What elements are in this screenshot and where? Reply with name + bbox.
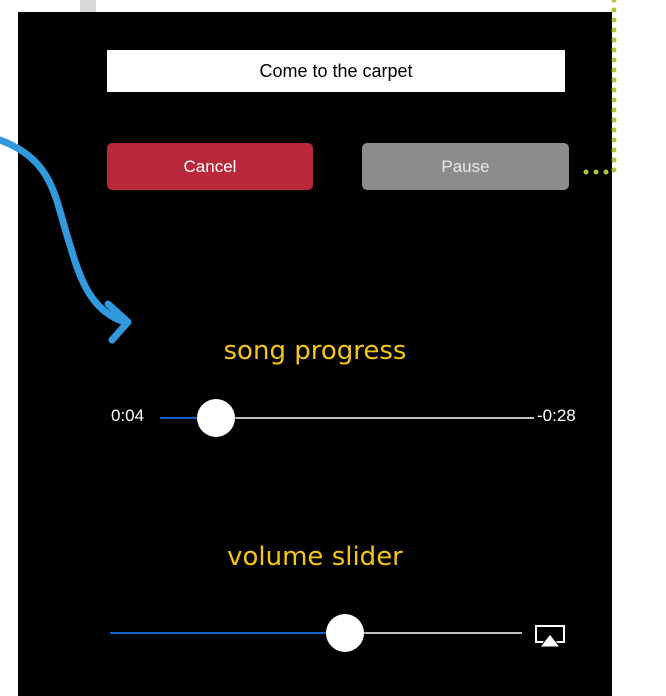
pause-button[interactable]: Pause <box>362 143 569 190</box>
elapsed-time: 0:04 <box>111 406 145 425</box>
song-progress-caption: song progress <box>223 336 407 366</box>
pause-button-label: Pause <box>441 156 490 176</box>
volume-slider-thumb[interactable] <box>325 614 364 652</box>
song-title: Come to the carpet <box>259 60 413 81</box>
volume-track-filled <box>110 632 345 634</box>
progress-track-remaining <box>216 417 534 419</box>
cancel-button-label: Cancel <box>183 156 237 176</box>
cancel-button[interactable]: Cancel <box>107 143 313 190</box>
volume-slider-caption: volume slider <box>227 542 403 572</box>
top-tab <box>80 0 96 12</box>
volume-track-remaining <box>344 632 522 634</box>
progress-slider-thumb[interactable] <box>197 399 236 437</box>
remaining-time: -0:28 <box>537 406 576 425</box>
airplay-icon[interactable] <box>534 624 566 648</box>
side-strip <box>0 0 18 696</box>
song-title-box: Come to the carpet <box>107 50 565 92</box>
